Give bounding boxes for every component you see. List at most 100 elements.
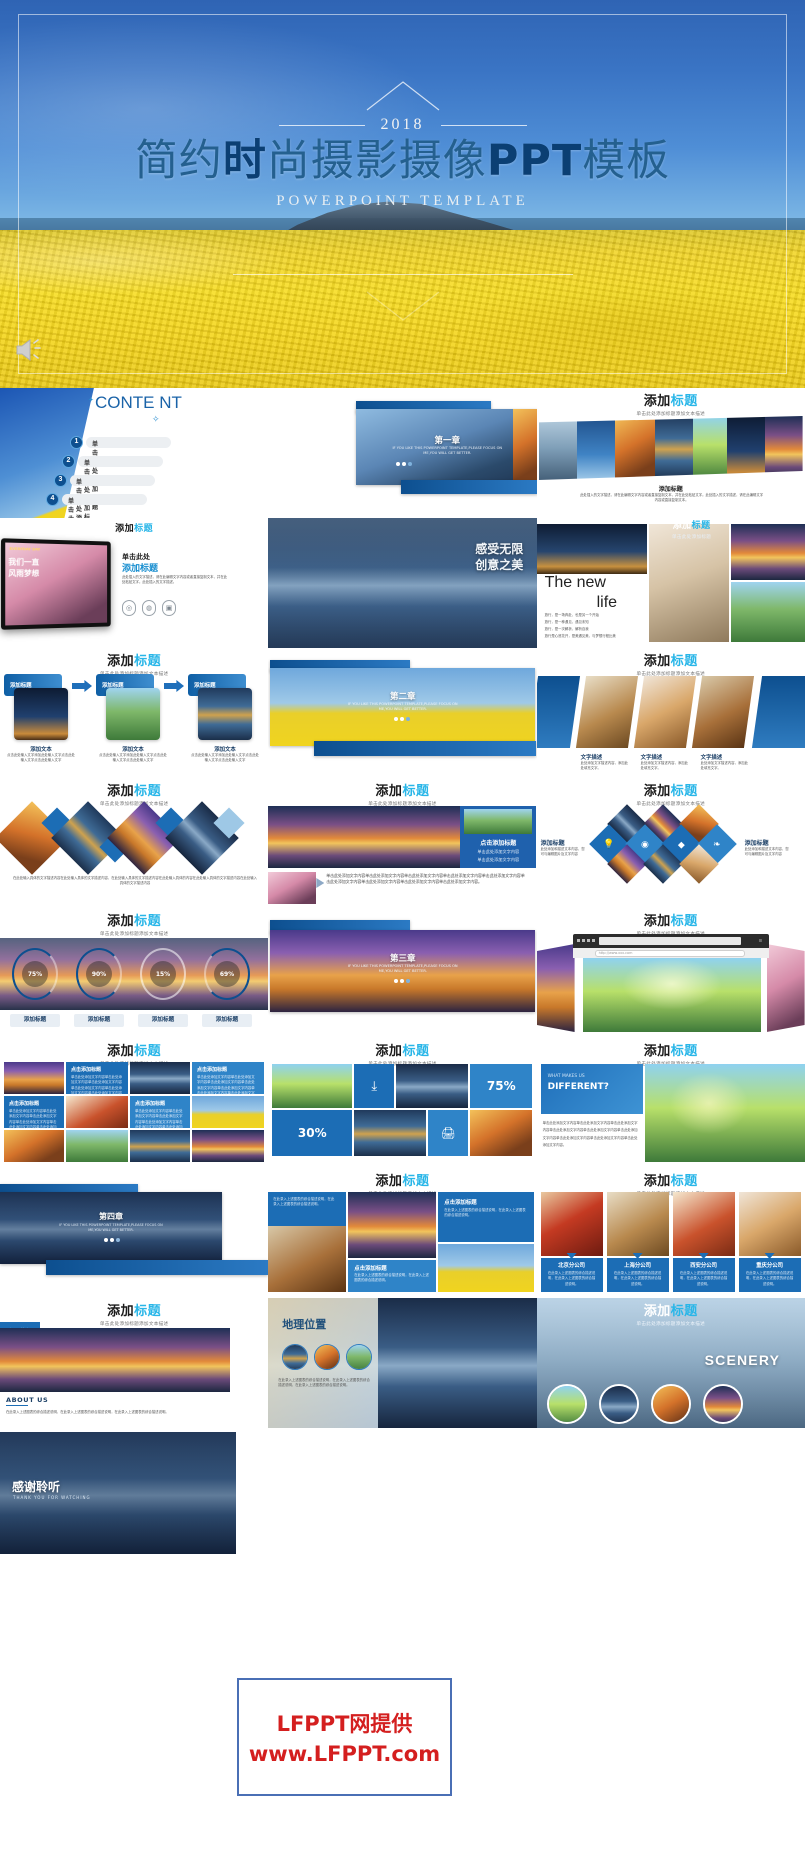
slide-chapter-4[interactable]: 第四章 IF YOU LIKE THIS POWERPOINT TEMPLATE… xyxy=(0,1168,269,1298)
thanks-heading: 感谢聆听 xyxy=(12,1480,61,1494)
branch-card-1[interactable]: 北京分公司 在此录入上述图表的综合描述说明，在此录入上述图表的综合描述说明。 xyxy=(540,1253,603,1292)
slide-chapter-3[interactable]: 第三章 IF YOU LIKE THIS POWERPOINT TEMPLATE… xyxy=(268,908,537,1038)
step-3-body: 点击此处输入文字添加此处输入文字点击此处输入文字点击此处输入文字 xyxy=(191,753,259,763)
slide-panorama-gallery[interactable]: 添加标题 单击此处添加标题添加文本描述 添加标题 此处插入的文字描述，请在此编辑… xyxy=(536,388,805,518)
cover-title-b: 时 xyxy=(222,136,267,186)
food3-col-2-label: 文字描述 xyxy=(640,755,663,761)
slide-sunset-panel[interactable]: 添加标题 单击此处添加标题添加文本描述 点击添加标题 单击此处添加文字内容 单击… xyxy=(268,778,537,908)
location-thumb-2[interactable] xyxy=(314,1344,341,1370)
about-sub: 单击此处添加标题添加文本描述 xyxy=(99,1322,169,1327)
six-block-1[interactable]: 点击添加标题 单击此处添加文字内容单击此处添加文字内容单击此处添加文字内容单击此… xyxy=(66,1062,128,1111)
arrow-right-icon-1 xyxy=(72,680,92,692)
chapter-4-eng-1: IF YOU LIKE THIS POWERPOINT TEMPLATE,PLE… xyxy=(59,1223,163,1227)
stat-30-value: 30% xyxy=(297,1126,327,1140)
six-block-3-label: 点击添加标题 xyxy=(9,1101,40,1107)
six-block-2-label: 点击添加标题 xyxy=(197,1067,228,1073)
food3-col-1-body: 此处添加文字描述内容，添加此处填充文字。 xyxy=(580,761,629,771)
thanks-sub: THANK YOU FOR WATCHING xyxy=(13,1495,91,1500)
stat-30-box[interactable]: 30% xyxy=(272,1110,353,1156)
step-2-body: 点击此处输入文字添加此处输入文字点击此处输入文字点击此处输入文字 xyxy=(99,753,167,763)
diff-question-box[interactable]: WHAT MAKES US DIFFERENT? xyxy=(540,1064,643,1114)
slide-contents[interactable]: CONTE NT ✦ ✧ 1 单击此处添加标题 2 单击此处添加标题 3 单击此… xyxy=(0,388,269,518)
slide-six-blocks[interactable]: 添加标题 单击此处添加标题添加文本描述 点击添加标题 单击此处添加文字内容单击此… xyxy=(0,1038,269,1168)
slide-chapter-2[interactable]: 第二章 IF YOU LIKE THIS POWERPOINT TEMPLATE… xyxy=(268,648,537,778)
mosaic-title: 添加标题 xyxy=(375,1174,430,1189)
diamicons-sub: 单击此处添加标题添加文本描述 xyxy=(636,802,705,807)
callout-arrow-icon xyxy=(316,878,325,888)
slide-about-us[interactable]: 添加标题 单击此处添加标题添加文本描述 舞天蓝色 ABOUT US 在此录入上述… xyxy=(0,1298,269,1428)
slide-diamond-row[interactable]: 添加标题 单击此处添加标题添加文本描述 在此处输入具体的文字描述内容在此处输入具… xyxy=(0,778,269,908)
slide-mosaic-food[interactable]: 添加标题 单击此处添加标题添加文本描述 在此录入上述图表的综合描述说明，在此录入… xyxy=(268,1168,537,1298)
panorama-strip[interactable] xyxy=(538,416,803,480)
sunset-body: 单击此处添加文字内容单击此处添加文字内容单击此处添加文字内容单击此处添加文字内容… xyxy=(326,873,525,885)
scenery-thumb-4[interactable] xyxy=(702,1384,743,1424)
ring-2-label[interactable]: 添加标题 xyxy=(74,1014,124,1027)
printer-icon[interactable]: 🖨 xyxy=(428,1110,469,1156)
food3-col-2-body: 此处添加文字描述内容，添加此处填充文字。 xyxy=(640,761,689,771)
chapter-1-eng-1: IF YOU LIKE THIS POWERPOINT TEMPLATE,PLE… xyxy=(392,446,503,450)
slide-food-three[interactable]: 添加标题 单击此处添加标题添加文本描述 文字描述 此处添加文字描述内容，添加此处… xyxy=(536,648,805,778)
stat-75-box[interactable]: 75% xyxy=(470,1064,533,1108)
no-photo-icon[interactable]: ◍ xyxy=(142,600,156,616)
watermark-line-1: LFPPT网提供 xyxy=(276,1712,413,1736)
tv-title: 添加标题 xyxy=(115,524,154,534)
slide-scenery[interactable]: 添加标题 单击此处添加标题添加文本描述 SCENERY xyxy=(536,1298,805,1428)
cover-subtitle: POWERPOINT TEMPLATE xyxy=(276,192,529,209)
about-header: 添加标题 单击此处添加标题添加文本描述 xyxy=(0,1305,268,1327)
mosaic-block-1[interactable]: 点击添加标题 在此录入上述图表的综合描述说明，在此录入上述图表的综合描述说明。 xyxy=(438,1192,535,1242)
slide-three-steps[interactable]: 添加标题 单击此处添加标题添加文本描述 添加标题 添加标题 添加标题 添加文本 … xyxy=(0,648,269,778)
step-3-caption: 添加文本 xyxy=(214,747,236,753)
scenery-thumb-3[interactable] xyxy=(650,1384,691,1424)
lake-line1: 感受无限 xyxy=(475,542,524,556)
slide-stat-cards[interactable]: 添加标题 单击此处添加标题添加文本描述 ⤓ 75% 30% 🖨 xyxy=(268,1038,537,1168)
slide-lake-feel[interactable]: 感受无限 创意之美 xyxy=(268,518,537,648)
download-icon[interactable]: ⤓ xyxy=(354,1064,395,1108)
location-pin-icon[interactable]: ◎ xyxy=(122,600,136,616)
branch-card-3[interactable]: 西安分公司 在此录入上述图表的综合描述说明，在此录入上述图表的综合描述说明。 xyxy=(672,1253,735,1292)
diamicons-right-body: 此处添加和描述文本内容，您可与编辑图片及文字内容 xyxy=(744,847,789,857)
ring-4-label[interactable]: 添加标题 xyxy=(202,1014,252,1027)
slide-browser-gallery[interactable]: 添加标题 单击此处添加标题添加文本描述 ☰ http://www.xxx.com xyxy=(536,908,805,1038)
scenery-thumb-1[interactable] xyxy=(546,1384,587,1424)
diamicons-header: 添加标题 单击此处添加标题添加文本描述 xyxy=(537,785,805,807)
chapter-4-dot-3[interactable] xyxy=(116,1238,120,1242)
slide-tv-dream[interactable]: 添加标题 EVERYDAY DAY 我们一直 风雨梦想 单击此处 添加标题 此处… xyxy=(0,518,269,648)
six-block-3[interactable]: 点击添加标题 单击此处添加文字内容单击此处添加文字内容单击此处添加文字内容单击此… xyxy=(4,1096,64,1145)
watermark-line-2: www.LFPPT.com xyxy=(248,1742,441,1766)
tv-frame[interactable]: EVERYDAY DAY 我们一直 风雨梦想 xyxy=(1,538,111,630)
mosaic-text-box-1[interactable]: 在此录入上述图表的综合描述说明，在此录入上述图表的综合描述说明。 xyxy=(268,1192,347,1226)
scenery-word: SCENERY xyxy=(704,1352,781,1368)
slide-location[interactable]: 地理位置 在此录入上述图表的综合描述说明，在此录入上述图表的综合描述说明，在此录… xyxy=(268,1298,537,1428)
cover-title-a: 简约 xyxy=(134,136,223,186)
slide-different[interactable]: 添加标题 单击此处添加标题添加文本描述 WHAT MAKES US DIFFER… xyxy=(536,1038,805,1168)
six-block-4[interactable]: 点击添加标题 单击此处添加文字内容单击此处添加文字内容单击此处添加文字内容单击此… xyxy=(130,1096,190,1145)
slide-thanks[interactable]: 感谢聆听 THANK YOU FOR WATCHING xyxy=(0,1428,269,1558)
six-block-2[interactable]: 点击添加标题 单击此处添加文字内容单击此处添加文字内容单击此处添加文字内容单击此… xyxy=(192,1062,264,1105)
location-thumb-3[interactable] xyxy=(346,1344,373,1370)
slide-chapter-1[interactable]: 第一章 IF YOU LIKE THIS POWERPOINT TEMPLATE… xyxy=(268,388,537,518)
slide-branches[interactable]: 添加标题 单击此处添加标题添加文本描述 北京分公司 在此录入上述图表的综合描述说… xyxy=(536,1168,805,1298)
chapter-4-dot-1[interactable] xyxy=(104,1238,108,1242)
sunset-panel-box[interactable]: 点击添加标题 单击此处添加文字内容 单击此处添加文字内容 xyxy=(460,806,537,868)
slide-percent-rings[interactable]: 添加标题 单击此处添加标题添加文本描述 75% 90% 15% 69% 添加标题… xyxy=(0,908,269,1038)
browser-menu-icon[interactable]: ☰ xyxy=(759,938,763,943)
mosaic-block-2[interactable]: 点击添加标题 在此录入上述图表的综合描述说明，在此录入上述图表的综合描述说明。 xyxy=(348,1260,437,1292)
branch-card-4[interactable]: 重庆分公司 在此录入上述图表的综合描述说明，在此录入上述图表的综合描述说明。 xyxy=(738,1253,801,1292)
diamond-title: 添加标题 xyxy=(107,784,162,799)
speaker-icon[interactable] xyxy=(14,336,48,364)
newlife-header: 添加标题 单击此处添加标题 xyxy=(627,522,757,541)
slide-the-new-life[interactable]: 添加标题 单击此处添加标题 The new life 旅行，是一场奔赴，也是另一… xyxy=(536,518,805,648)
newlife-line-1: 旅行，是一场奔赴，也是另一个开始 xyxy=(544,613,599,617)
diamicons-left-title: 添加标题 xyxy=(540,840,565,847)
camera-icon[interactable]: ▣ xyxy=(162,600,176,616)
scenery-thumb-2[interactable] xyxy=(598,1384,639,1424)
browser-url-bar[interactable]: http://www.xxx.com xyxy=(572,948,769,958)
ring-1-label[interactable]: 添加标题 xyxy=(10,1014,60,1027)
ring-3-label[interactable]: 添加标题 xyxy=(138,1014,188,1027)
chapter-4-dot-2[interactable] xyxy=(110,1238,114,1242)
ring-4-value: 69% xyxy=(214,961,240,987)
location-thumb-1[interactable] xyxy=(282,1344,309,1370)
branch-card-2[interactable]: 上海分公司 在此录入上述图表的综合描述说明，在此录入上述图表的综合描述说明。 xyxy=(606,1253,669,1292)
chapter-3-eng-1: IF YOU LIKE THIS POWERPOINT TEMPLATE,PLE… xyxy=(347,964,458,968)
slide-diamond-icons[interactable]: 添加标题 单击此处添加标题添加文本描述 💡 ◉ ◆ ❧ 添加标题 此处添加和描述… xyxy=(536,778,805,908)
